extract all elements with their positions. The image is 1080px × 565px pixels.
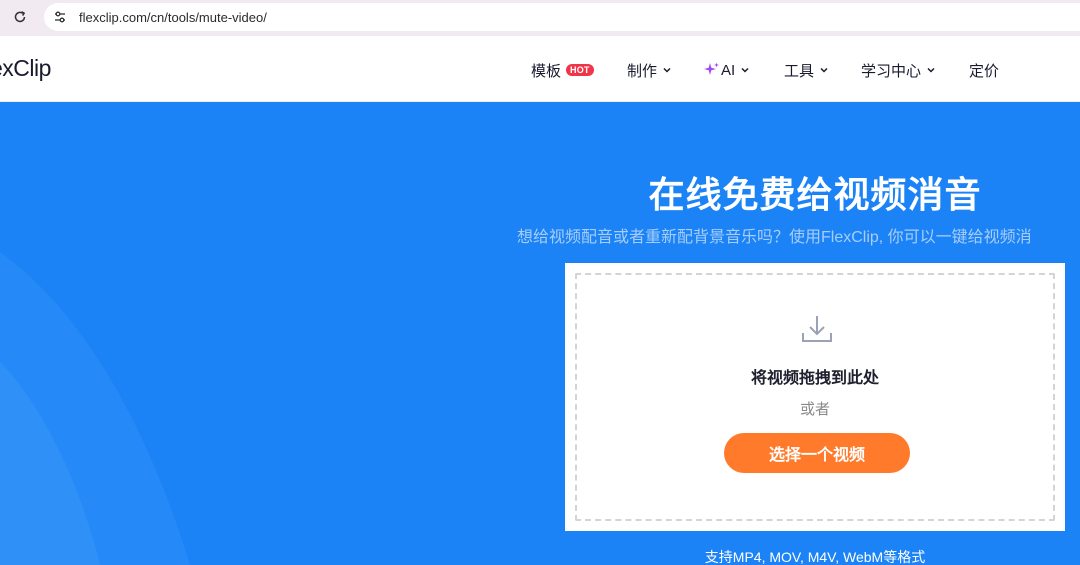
choose-video-button[interactable]: 选择一个视频 xyxy=(724,433,910,473)
page-subtitle: 想给视频配音或者重新配背景音乐吗？使用FlexClip, 你可以一键给视频消 xyxy=(517,229,1032,246)
site-info-button[interactable] xyxy=(49,6,71,28)
sparkle-icon xyxy=(704,62,719,75)
browser-toolbar: flexclip.com/cn/tools/mute-video/ xyxy=(0,0,1080,36)
reload-icon xyxy=(14,11,26,23)
chevron-down-icon xyxy=(820,67,828,73)
flexclip-logo[interactable]: exClip xyxy=(0,55,51,82)
or-label: 或者 xyxy=(799,401,830,418)
nav-item-pricing[interactable]: 定价 xyxy=(969,60,999,80)
nav-item-templates[interactable]: 模板 HOT xyxy=(531,60,594,80)
site-header: exClip 模板 HOT 制作 AI 工具 学习中心 定价 xyxy=(0,36,1080,102)
nav-item-label: 模板 xyxy=(531,62,562,80)
chevron-down-icon xyxy=(741,67,749,73)
nav-item-ai[interactable]: AI xyxy=(704,60,750,80)
tune-icon xyxy=(55,11,65,23)
download-icon xyxy=(802,316,832,342)
nav-item-learning-center[interactable]: 学习中心 xyxy=(861,60,936,80)
supported-formats-note: 支持MP4, MOV, M4V, WebM等格式 xyxy=(704,549,926,565)
hot-badge: HOT xyxy=(566,64,594,76)
url-text: flexclip.com/cn/tools/mute-video/ xyxy=(79,9,267,25)
nav-item-label: 制作 xyxy=(627,62,658,80)
nav-item-create[interactable]: 制作 xyxy=(627,60,672,80)
page-title: 在线免费给视频消音 xyxy=(648,174,982,215)
address-bar[interactable]: flexclip.com/cn/tools/mute-video/ xyxy=(44,3,1080,31)
nav-item-tools[interactable]: 工具 xyxy=(784,60,829,80)
chevron-down-icon xyxy=(663,67,671,73)
nav-item-label: 工具 xyxy=(784,62,815,80)
hero-section: 在线免费给视频消音 想给视频配音或者重新配背景音乐吗？使用FlexClip, 你… xyxy=(0,102,1080,565)
nav-item-label: 定价 xyxy=(969,62,1000,80)
chevron-down-icon xyxy=(927,67,935,73)
upload-card: 将视频拖拽到此处 或者 选择一个视频 xyxy=(565,263,1065,531)
nav-item-label: AI xyxy=(721,61,736,79)
reload-button[interactable] xyxy=(10,7,30,27)
video-drop-zone[interactable]: 将视频拖拽到此处 或者 选择一个视频 xyxy=(575,273,1055,521)
drop-label: 将视频拖拽到此处 xyxy=(750,370,879,387)
nav-item-label: 学习中心 xyxy=(861,62,922,80)
